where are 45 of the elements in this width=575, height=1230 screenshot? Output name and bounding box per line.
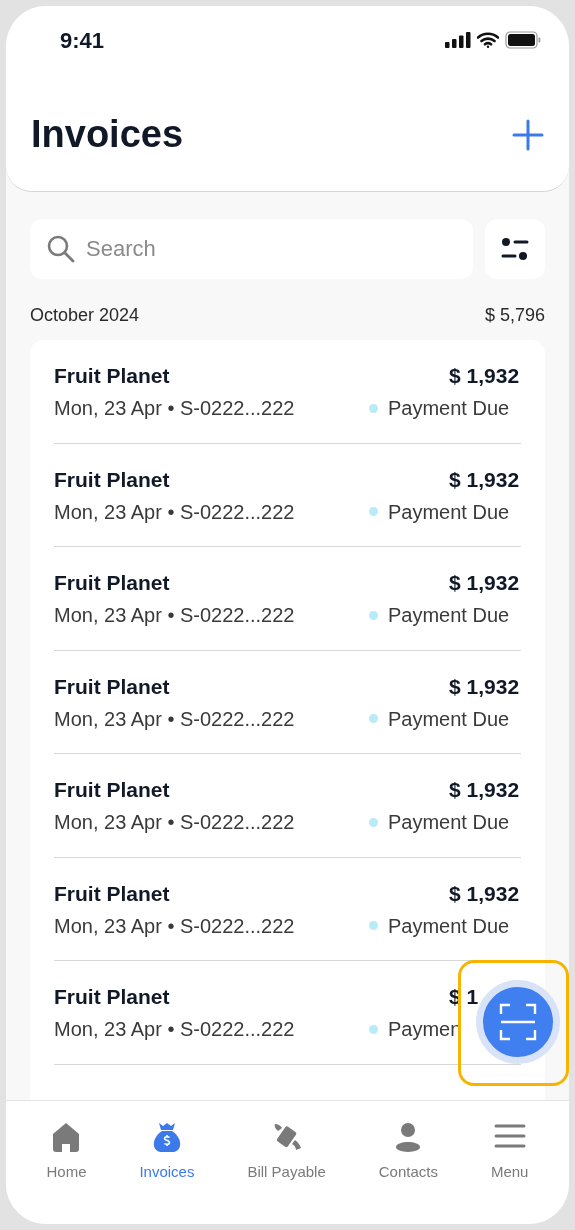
wifi-icon [477,32,499,48]
invoice-status: Payment Due [388,603,510,628]
invoice-amount: $ 1,932 [449,570,521,596]
invoice-amount: $ 1,932 [449,880,521,907]
invoice-status: Payment Due [388,396,510,421]
page-title: Invoices [31,112,184,157]
search-icon [46,234,76,264]
month-heading: October 2024 [30,303,140,327]
add-icon [512,118,544,151]
month-total: $ 5,796 [484,303,545,327]
search-field[interactable]: Search [30,219,473,279]
invoice-status: Payment Due [388,499,510,525]
invoice-status: Payment Due [388,706,510,732]
invoice-meta: Mon, 23 Apr • S-0222...222 [54,1017,295,1042]
invoice-status: Payment Due [388,913,510,939]
nav-tab[interactable]: Bill Payable [247,1121,326,1184]
status-time: 9:41 [60,26,105,55]
customer-name: Fruit Planet [54,466,171,493]
customer-name: Fruit Planet [54,570,171,596]
filter-icon [501,237,529,261]
invoice-meta: Mon, 23 Apr • S-0222...222 [54,499,295,525]
invoice-amount: $ 1,932 [449,673,521,700]
invoice-status: Payment Due [388,810,510,835]
customer-name: Fruit Planet [54,880,171,907]
battery-icon [505,31,541,49]
invoice-meta: Mon, 23 Apr • S-0222...222 [54,603,295,628]
signal-icon [445,32,471,48]
nav-tab[interactable]: Menu [490,1121,529,1184]
invoice-amount: $ 1,932 [449,466,521,493]
add-button[interactable] [511,117,545,152]
invoice-amount: $ 1,932 [449,777,521,803]
invoice-meta: Mon, 23 Apr • S-0222...222 [54,810,295,835]
invoice-amount: $ 1,932 [449,363,521,389]
customer-name: Fruit Planet [54,363,171,389]
nav-tab[interactable]: Home [46,1121,87,1184]
invoice-meta: Mon, 23 Apr • S-0222...222 [54,913,295,939]
nav-tab[interactable]: Contacts [378,1121,438,1184]
invoice-meta: Mon, 23 Apr • S-0222...222 [54,706,295,732]
scan-icon [499,1003,537,1041]
nav-tab[interactable]: Invoices [139,1121,195,1184]
customer-name: Fruit Planet [54,984,171,1010]
invoice-meta: Mon, 23 Apr • S-0222...222 [54,396,295,421]
customer-name: Fruit Planet [54,673,171,700]
customer-name: Fruit Planet [54,777,171,803]
filter-button[interactable] [485,219,545,279]
